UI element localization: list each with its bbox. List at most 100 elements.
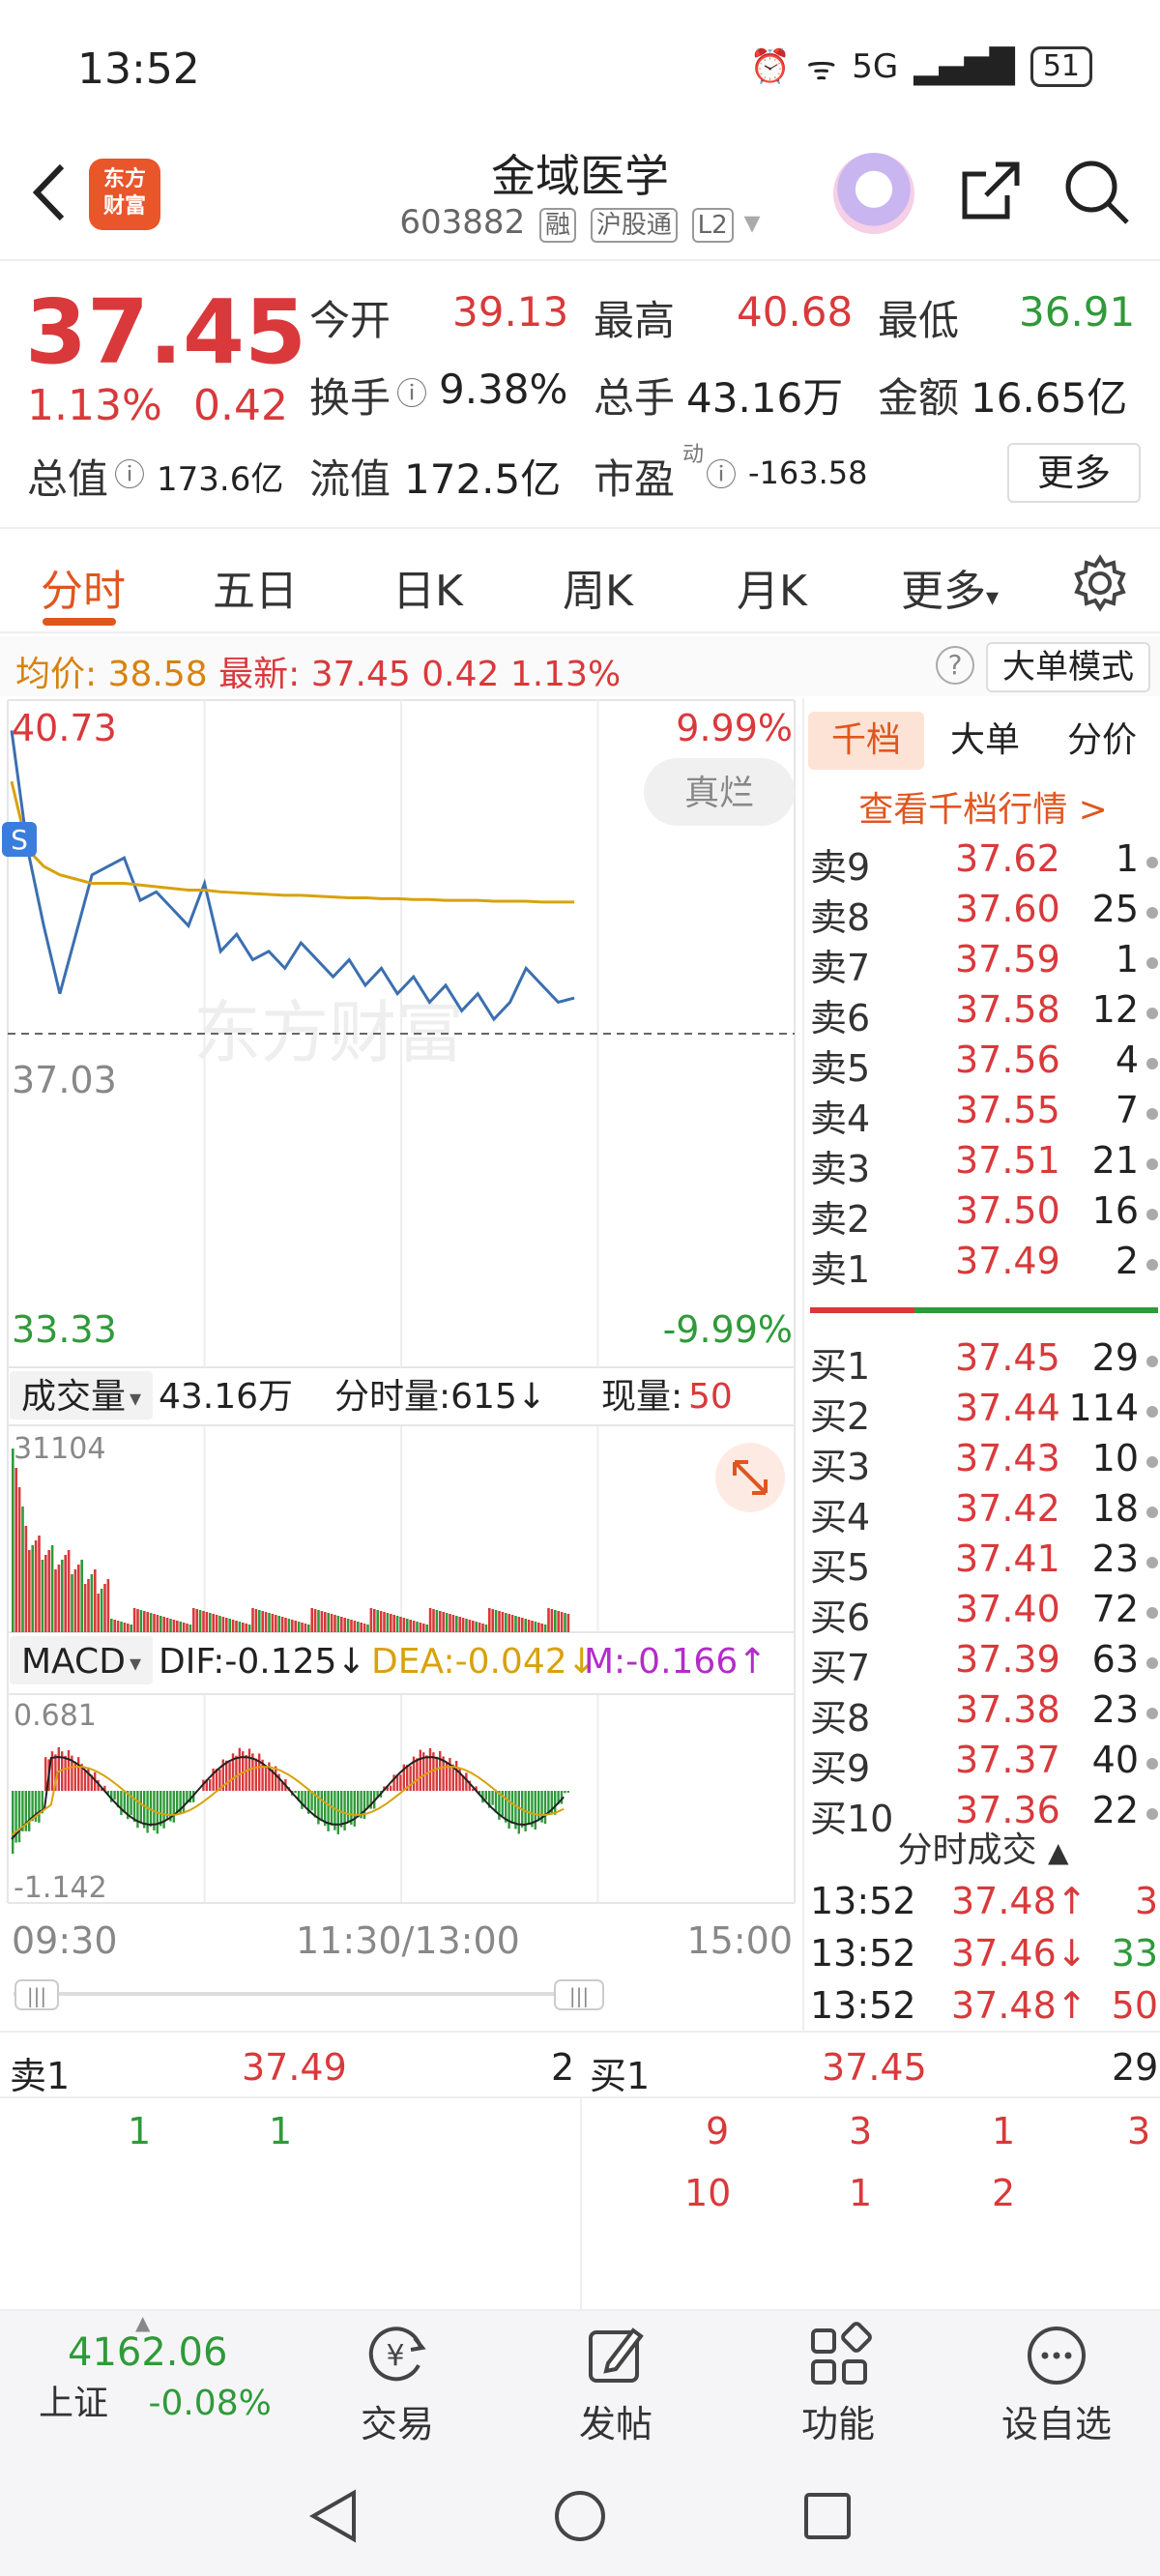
intraday-chart-area[interactable]: 东方财富 40.73 9.99% 37.03 33.33 -9.99% 真烂 S… [0, 698, 802, 2052]
macd-bar [517, 1791, 520, 1834]
volume-bar [254, 1609, 258, 1632]
volume-bar [83, 1584, 87, 1632]
time-end-label: 15:00 [686, 1919, 793, 1962]
ask-row[interactable]: 卖4 37.55 7 [810, 1089, 1158, 1140]
queue-buy-order: 1 [849, 2172, 873, 2214]
bid-row[interactable]: 买2 37.44 114 [810, 1387, 1158, 1438]
nav-back-icon[interactable] [307, 2489, 360, 2543]
turnover-label: 换手 [309, 374, 392, 422]
stock-name: 金域医学 [491, 150, 669, 202]
volume-bar [31, 1545, 34, 1632]
ask-row[interactable]: 卖5 37.56 4 [810, 1039, 1158, 1090]
more-button[interactable]: 更多 [1007, 443, 1141, 503]
tab-price-dist[interactable]: 分价 [1046, 712, 1158, 770]
amount-value: 16.65亿 [971, 374, 1128, 422]
back-arrow-icon[interactable] [25, 159, 73, 226]
volume-bar [472, 1621, 475, 1632]
volume-bar [247, 1625, 251, 1632]
volume-bar [327, 1613, 330, 1632]
volume-bar [468, 1620, 472, 1632]
volume-bar [376, 1610, 379, 1632]
nav-home-icon[interactable] [553, 2489, 607, 2543]
badge-text: 真烂 [684, 774, 754, 813]
change-percent: 1.13% [27, 381, 162, 430]
volume-bar [297, 1622, 301, 1632]
pe-superscript: 动 [682, 443, 705, 467]
tab-five-day[interactable]: 五日 [213, 556, 298, 618]
volume-bar [458, 1617, 461, 1632]
tab-daily-k[interactable]: 日K [392, 556, 463, 618]
ask-row[interactable]: 卖8 37.60 25 [810, 888, 1158, 939]
macd-bar [543, 1791, 547, 1825]
macd-bar [320, 1791, 323, 1821]
tab-more[interactable]: 更多▾ [901, 556, 999, 618]
nav-recents-icon[interactable] [802, 2491, 853, 2541]
tab-monthly-k[interactable]: 月K [737, 556, 807, 618]
logo-text-line1: 东方 [102, 167, 146, 191]
stock-code-row[interactable]: 603882 融 沪股通 L2 ▾ [290, 203, 870, 243]
bid-row[interactable]: 买8 37.38 23 [810, 1688, 1158, 1740]
stock-header: 东方 财富 金域医学 603882 融 沪股通 L2 ▾ [0, 135, 1160, 261]
tab-weekly-k[interactable]: 周K [563, 556, 633, 618]
big-order-mode-button[interactable]: 大单模式 [986, 642, 1150, 692]
view-levels-link[interactable]: 查看千档行情 > [804, 781, 1160, 832]
caret-up-icon: ▲ [1047, 1836, 1069, 1868]
ask-row[interactable]: 卖7 37.59 1 [810, 938, 1158, 989]
pe-label: 市盈 [594, 455, 676, 503]
search-icon[interactable] [1061, 157, 1131, 226]
ask-row[interactable]: 卖2 37.50 16 [810, 1189, 1158, 1241]
nav-trade[interactable]: ¥ 交易 [325, 2321, 470, 2447]
info-icon[interactable]: ⓘ [396, 369, 427, 414]
nav-post[interactable]: 发帖 [543, 2321, 688, 2447]
volume-bar [301, 1623, 304, 1632]
nav-add-watchlist[interactable]: 设自选 [984, 2321, 1129, 2447]
volume-bar [215, 1615, 218, 1632]
volume-bar [478, 1623, 481, 1632]
queue-buy-order: 3 [849, 2110, 873, 2152]
index-ticker[interactable]: 4162.06 上证 -0.08% [0, 2330, 300, 2425]
macd-bar [439, 1750, 442, 1791]
level-volume: 63 [1091, 1638, 1139, 1681]
intraday-chart: 东方财富 40.73 9.99% 37.03 33.33 -9.99% 真烂 S… [2, 699, 796, 2010]
info-icon[interactable]: ⓘ [706, 451, 737, 495]
trades-title[interactable]: 分时成交 ▲ [804, 1822, 1160, 1872]
ask-row[interactable]: 卖9 37.62 1 [810, 837, 1158, 889]
bid-row[interactable]: 买9 37.37 40 [810, 1739, 1158, 1790]
macd-bar [534, 1791, 536, 1830]
bid-row[interactable]: 买4 37.42 18 [810, 1487, 1158, 1538]
bid-row[interactable]: 买5 37.41 23 [810, 1537, 1158, 1589]
nav-functions[interactable]: 功能 [766, 2321, 911, 2447]
share-icon[interactable] [957, 157, 1025, 224]
settings-gear-icon[interactable] [1071, 554, 1129, 612]
dif-value: DIF:-0.125↓ [159, 1642, 366, 1682]
volume-bar [212, 1614, 215, 1632]
bid-row[interactable]: 买1 37.45 29 [810, 1336, 1158, 1388]
info-icon[interactable]: ⓘ [114, 451, 145, 495]
level-price: 37.38 [955, 1688, 1060, 1731]
level-label: 卖5 [810, 1047, 871, 1090]
level-dot-icon [1146, 1507, 1158, 1518]
bid-row[interactable]: 买6 37.40 72 [810, 1588, 1158, 1639]
app-logo[interactable]: 东方 财富 [89, 159, 160, 230]
macd-bar [537, 1791, 540, 1822]
help-icon[interactable]: ? [936, 646, 974, 685]
macd-bar [254, 1758, 257, 1791]
ask-row[interactable]: 卖6 37.58 12 [810, 988, 1158, 1039]
tab-thousand-levels[interactable]: 千档 [808, 712, 924, 770]
ask-row[interactable]: 卖1 37.49 2 [810, 1240, 1158, 1291]
avg-info: 均价: 38.58 最新: 37.45 0.42 1.13% [15, 646, 621, 696]
ask-row[interactable]: 卖3 37.51 21 [810, 1139, 1158, 1190]
volume-bar [21, 1507, 24, 1632]
volume-bar [218, 1616, 221, 1632]
bid-row[interactable]: 买7 37.39 63 [810, 1638, 1158, 1689]
volume-bar [120, 1622, 123, 1632]
tab-intraday[interactable]: 分时 [41, 556, 126, 618]
volume-bar [517, 1617, 521, 1632]
tab-big-orders[interactable]: 大单 [932, 712, 1038, 770]
volume-bar [369, 1608, 373, 1632]
macd-bar [87, 1767, 90, 1791]
bid-row[interactable]: 买3 37.43 10 [810, 1437, 1158, 1488]
assistant-robot-icon[interactable] [833, 153, 914, 234]
volume-bar [521, 1618, 524, 1632]
macd-bar [554, 1791, 557, 1815]
